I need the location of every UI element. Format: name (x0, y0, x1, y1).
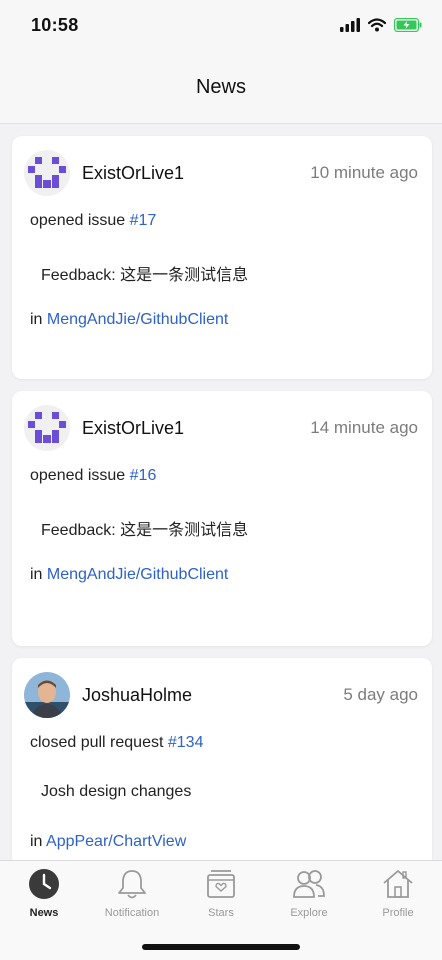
signal-icon (340, 17, 360, 36)
avatar[interactable] (24, 150, 70, 196)
identicon-avatar (24, 150, 70, 196)
action-text: opened issue (30, 467, 126, 484)
card-username[interactable]: ExistOrLive1 (82, 418, 184, 439)
card-timestamp: 10 minute ago (310, 163, 418, 182)
stars-box-icon (207, 870, 235, 898)
tab-label: Stars (208, 907, 234, 919)
wifi-icon (367, 17, 387, 36)
avatar[interactable] (24, 672, 70, 718)
status-icons (340, 17, 422, 36)
tab-label: News (29, 907, 59, 919)
feed-card[interactable]: JoshuaHolme 5 day ago closed pull reques… (12, 658, 432, 860)
home-indicator[interactable] (142, 944, 300, 950)
page-title: News (195, 76, 246, 98)
card-detail: Feedback: 这是一条测试信息 (41, 267, 249, 284)
card-repo: in AppPear/ChartView (30, 833, 186, 851)
status-time: 10:58 (31, 15, 79, 35)
bell-icon (118, 870, 146, 899)
card-action: closed pull request #134 (30, 734, 203, 752)
action-text: opened issue (30, 212, 126, 229)
avatar[interactable] (24, 405, 70, 451)
card-timestamp: 5 day ago (343, 685, 418, 704)
card-timestamp: 14 minute ago (310, 418, 418, 437)
tab-stars[interactable]: Stars (177, 867, 265, 919)
news-feed[interactable]: ExistOrLive1 10 minute ago opened issue … (0, 124, 442, 860)
issue-link[interactable]: #16 (130, 467, 157, 484)
pull-request-link[interactable]: #134 (168, 734, 204, 751)
card-action: opened issue #16 (30, 467, 156, 485)
home-icon (383, 870, 413, 898)
feed-card[interactable]: ExistOrLive1 14 minute ago opened issue … (12, 391, 432, 646)
issue-link[interactable]: #17 (130, 212, 157, 229)
repo-prefix: in (30, 566, 43, 583)
tab-explore[interactable]: Explore (265, 867, 353, 919)
card-username[interactable]: ExistOrLive1 (82, 163, 184, 184)
people-icon (293, 870, 325, 898)
card-repo: in MengAndJie/GithubClient (30, 566, 228, 584)
tab-label: Explore (290, 907, 328, 919)
repo-link[interactable]: AppPear/ChartView (46, 833, 186, 850)
repo-link[interactable]: MengAndJie/GithubClient (47, 311, 228, 328)
nav-bar: News (0, 54, 442, 124)
tab-label: Profile (382, 907, 414, 919)
repo-prefix: in (30, 311, 43, 328)
tab-news[interactable]: News (0, 867, 88, 919)
card-repo: in MengAndJie/GithubClient (30, 311, 228, 329)
tab-label: Notification (104, 907, 160, 919)
identicon-avatar (24, 405, 70, 451)
action-text: closed pull request (30, 734, 164, 751)
card-detail: Josh design changes (41, 783, 192, 800)
card-username[interactable]: JoshuaHolme (82, 685, 192, 706)
card-action: opened issue #17 (30, 212, 156, 230)
repo-prefix: in (30, 833, 43, 850)
card-detail: Feedback: 这是一条测试信息 (41, 522, 249, 539)
news-icon (29, 869, 59, 899)
repo-link[interactable]: MengAndJie/GithubClient (47, 566, 228, 583)
feed-card[interactable]: ExistOrLive1 10 minute ago opened issue … (12, 136, 432, 379)
tab-profile[interactable]: Profile (354, 867, 442, 919)
status-bar: 10:58 (0, 0, 442, 54)
battery-icon (393, 17, 422, 36)
tab-notification[interactable]: Notification (88, 867, 176, 919)
user-photo-avatar (24, 672, 70, 718)
